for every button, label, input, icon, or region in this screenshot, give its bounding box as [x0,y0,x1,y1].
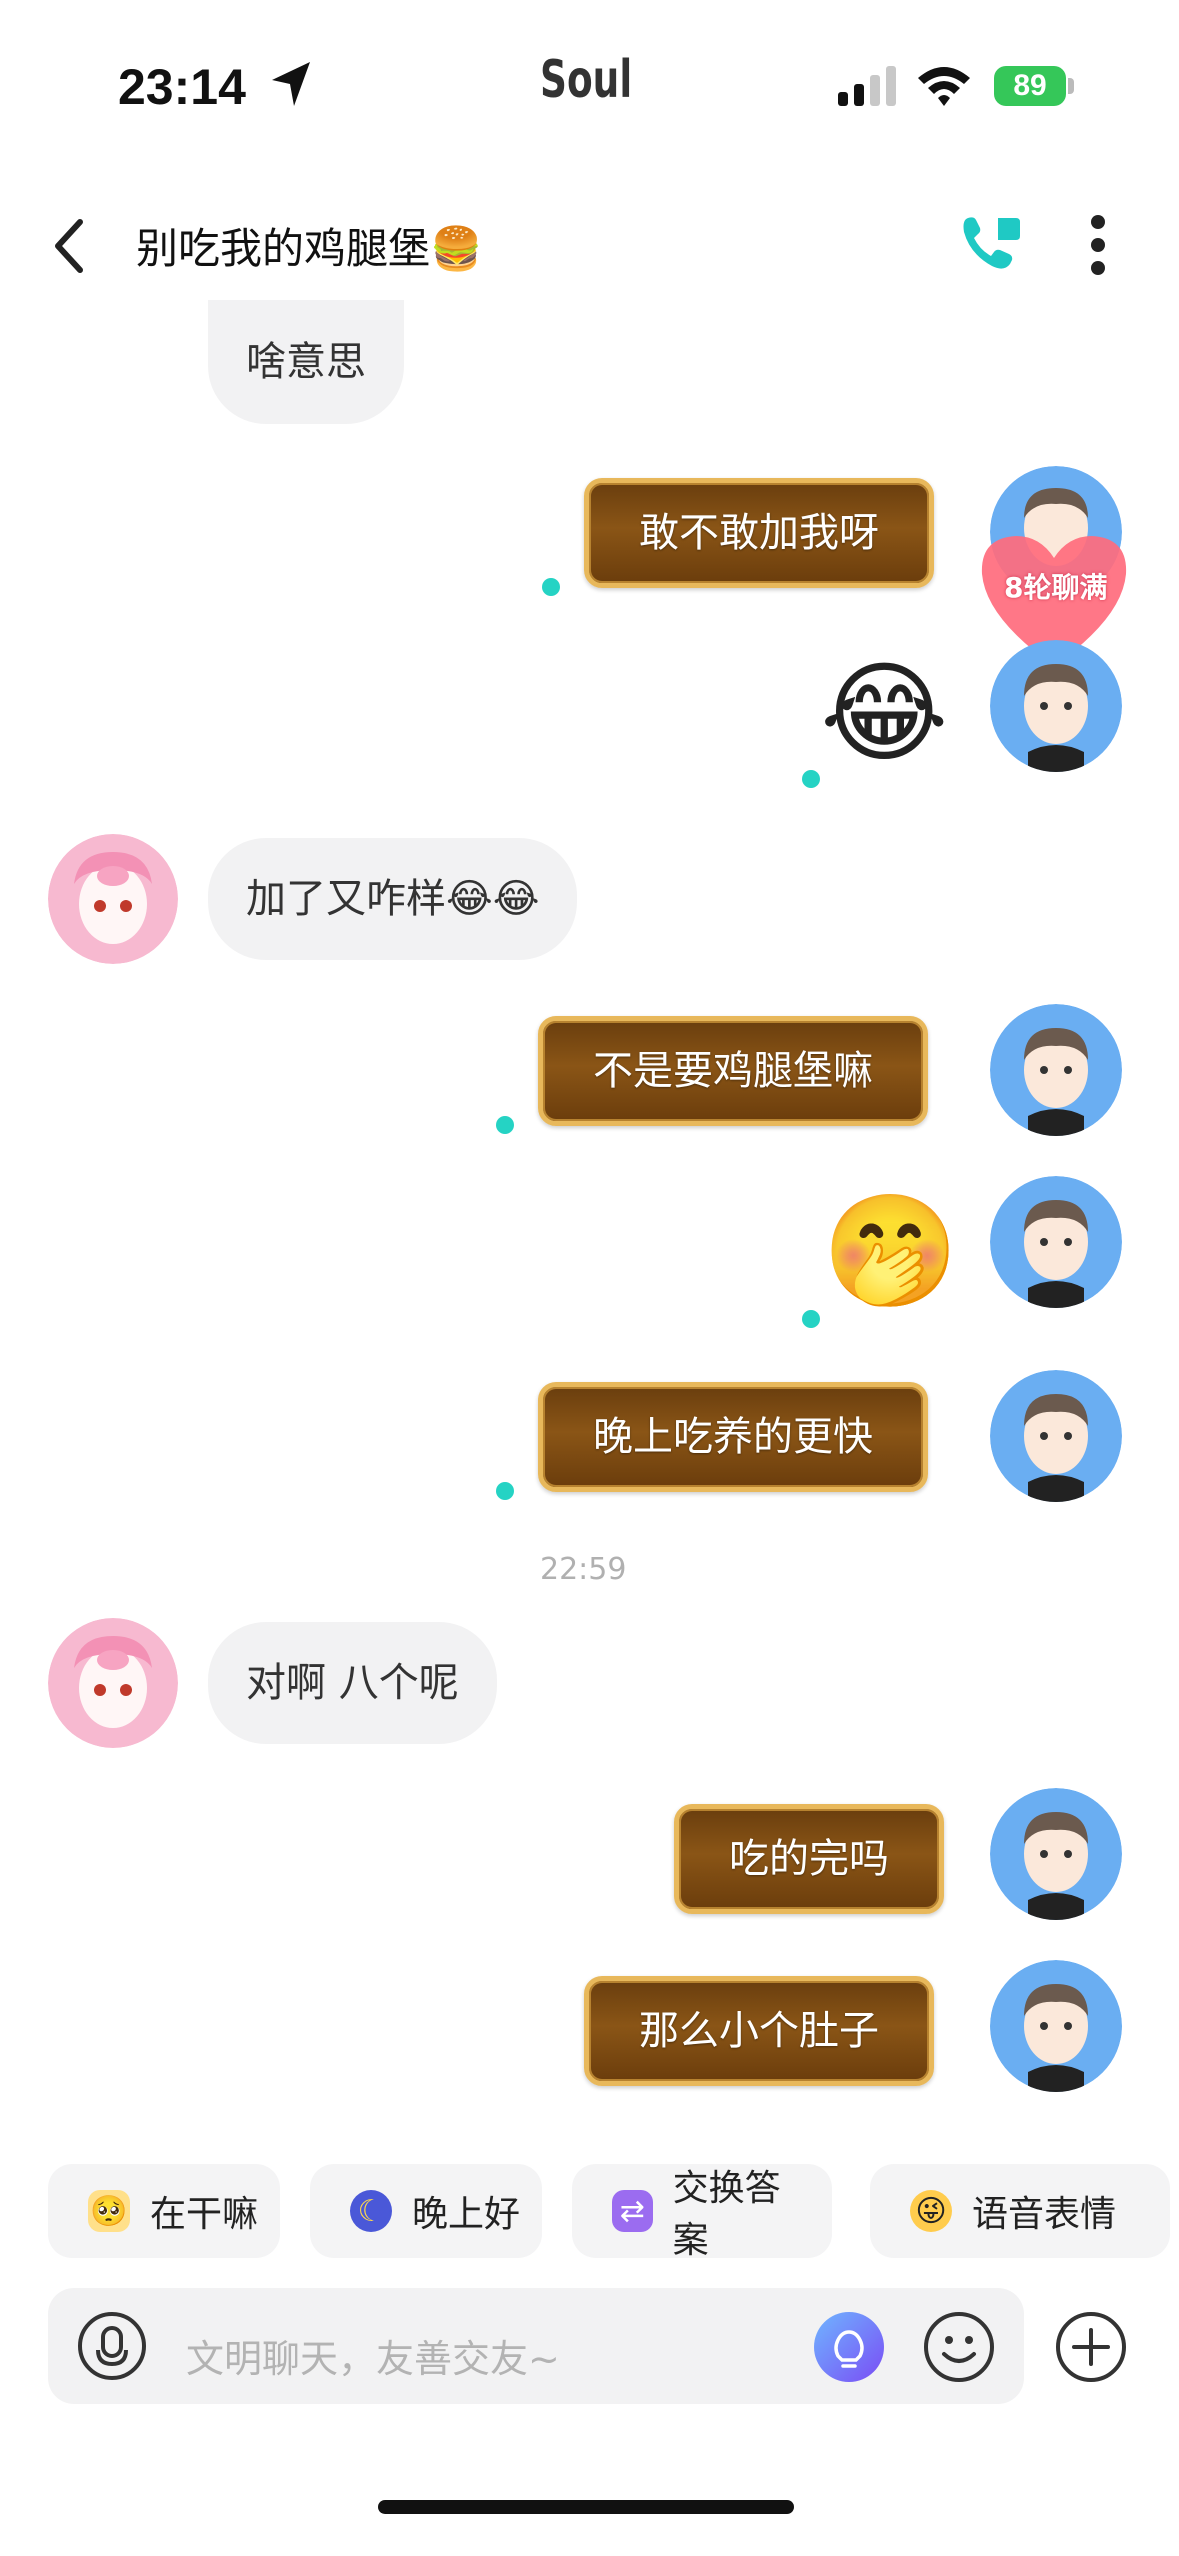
signal-icon [838,66,896,106]
message-input-placeholder[interactable]: 文明聊天，友善交友~ [186,2328,560,2383]
carrier-label: Soul [540,50,633,110]
voice-input-icon[interactable] [76,2310,148,2382]
read-dot [542,578,560,596]
message-timestamp: 22:59 [540,1552,627,1587]
add-attachment-icon[interactable] [1054,2310,1128,2384]
message-text: 不是要鸡腿堡嘛 [593,1048,873,1094]
tongue-face-icon: 😜 [910,2190,952,2232]
location-arrow-icon [272,62,310,106]
read-dot [496,1482,514,1500]
message-bubble-incoming[interactable]: 加了又咋样😂😂 [208,838,578,960]
battery-cap [1068,78,1074,94]
message-bubble-outgoing[interactable]: 晚上吃养的更快 [538,1382,928,1492]
message-text: 吃的完吗 [729,1836,889,1882]
read-dot [496,1116,514,1134]
message-emoji[interactable]: 🤭 [822,1186,959,1316]
message-text: 敢不敢加我呀 [639,510,879,556]
chip-label: 语音表情 [972,2194,1117,2235]
more-options-icon[interactable] [1086,214,1110,276]
my-avatar[interactable] [990,1788,1122,1920]
status-time: 23:14 [118,59,246,115]
message-text: 加了又咋样😂😂 [246,876,540,922]
quick-reply-chip[interactable]: ⇄ 交换答案 [572,2164,832,2261]
quick-reply-chip[interactable]: 🥺 在干嘛 [48,2164,280,2258]
shy-face-icon: 🥺 [88,2190,130,2232]
message-text: 啥意思 [246,339,366,385]
my-avatar[interactable] [990,640,1122,772]
message-bubble-outgoing[interactable]: 那么小个肚子 [584,1976,934,2086]
battery-indicator: 89 [994,66,1066,106]
emoji-picker-icon[interactable] [922,2310,996,2384]
message-bubble-incoming[interactable]: 对啊 八个呢 [208,1622,497,1744]
chip-label: 在干嘛 [150,2194,259,2235]
read-dot [802,770,820,788]
message-bubble-outgoing[interactable]: 敢不敢加我呀 [584,478,934,588]
contact-avatar[interactable] [48,1618,178,1748]
moon-icon: ☾ [350,2190,392,2232]
quick-reply-chip[interactable]: ☾ 晚上好 [310,2164,542,2258]
message-text: 那么小个肚子 [639,2008,879,2054]
message-bubble-incoming[interactable]: 啥意思 [208,300,404,424]
back-arrow-icon[interactable] [50,218,90,274]
message-emoji[interactable]: 😂 [820,648,949,778]
home-indicator[interactable] [378,2500,794,2514]
wifi-icon [918,67,970,106]
ai-assistant-icon[interactable] [812,2310,886,2384]
my-avatar[interactable] [990,1004,1122,1136]
message-bubble-outgoing[interactable]: 吃的完吗 [674,1804,944,1914]
chat-title: 别吃我的鸡腿堡🍔 [136,224,483,273]
exchange-icon: ⇄ [612,2190,653,2232]
chip-label: 晚上好 [412,2194,521,2235]
my-avatar[interactable] [990,1370,1122,1502]
chat-streak-badge: 8轮聊满 [1004,571,1108,604]
message-text: 对啊 八个呢 [246,1660,459,1706]
voice-video-call-icon[interactable] [958,212,1024,276]
read-dot [802,1310,820,1328]
message-bubble-outgoing[interactable]: 不是要鸡腿堡嘛 [538,1016,928,1126]
chip-label: 交换答案 [672,2168,781,2261]
message-text: 晚上吃养的更快 [593,1414,873,1460]
my-avatar[interactable] [990,1960,1122,2092]
contact-avatar[interactable] [48,834,178,964]
my-avatar[interactable] [990,1176,1122,1308]
quick-reply-chip[interactable]: 😜 语音表情 [870,2164,1170,2258]
